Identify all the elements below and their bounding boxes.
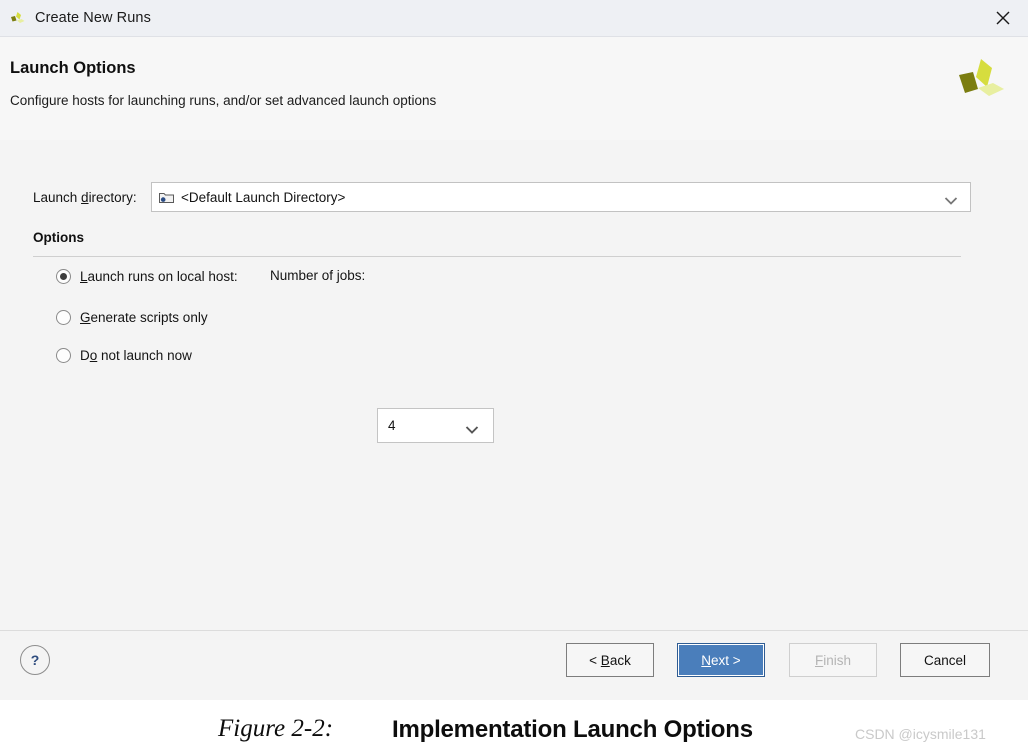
finish-button-label: Finish (814, 652, 851, 668)
window-title: Create New Runs (35, 10, 151, 26)
options-group-divider (33, 256, 961, 257)
back-button-label: < Back (589, 652, 631, 668)
radio-label: Generate scripts only (80, 309, 208, 325)
launch-directory-value: <Default Launch Directory> (181, 189, 346, 205)
finish-button: Finish (789, 643, 877, 677)
launch-directory-combobox[interactable]: <Default Launch Directory> (151, 182, 971, 212)
radio-indicator[interactable] (56, 268, 71, 284)
number-of-jobs-label: Number of jobs: (270, 268, 366, 283)
chevron-down-icon (465, 421, 479, 434)
launch-directory-label: Launch directory: (33, 189, 137, 205)
radio-do-not-launch-now[interactable]: Do not launch now (56, 344, 192, 366)
next-button[interactable]: Next > (677, 643, 765, 677)
radio-label: Do not launch now (80, 347, 192, 363)
xilinx-logo-icon (9, 10, 26, 27)
number-of-jobs-value: 4 (388, 418, 396, 433)
options-group-title: Options (33, 230, 84, 245)
radio-indicator[interactable] (56, 309, 71, 325)
cancel-button-label: Cancel (923, 652, 967, 668)
radio-generate-scripts-only[interactable]: Generate scripts only (56, 306, 208, 328)
launch-directory-row: Launch directory: <Default Launch Direct… (0, 182, 1028, 212)
cancel-button[interactable]: Cancel (900, 643, 990, 677)
radio-launch-runs-on-local-host[interactable]: Launch runs on local host: (56, 265, 238, 287)
create-new-runs-dialog: Create New Runs Launch Options Configure… (0, 0, 1028, 700)
figure-number: Figure 2-2: (218, 715, 334, 742)
watermark: CSDN @icysmile131 (855, 726, 986, 742)
dialog-body: Launch directory: <Default Launch Direct… (0, 140, 1028, 630)
title-bar: Create New Runs (0, 0, 1028, 37)
xilinx-logo-icon (954, 53, 1006, 109)
page-title: Launch Options (10, 59, 136, 77)
back-button[interactable]: < Back (566, 643, 654, 677)
dialog-footer: ? < Back Next > Finish Cancel (0, 630, 1028, 700)
dialog-header: Launch Options Configure hosts for launc… (0, 37, 1028, 140)
radio-indicator[interactable] (56, 347, 71, 363)
radio-label: Launch runs on local host: (80, 268, 238, 284)
folder-icon (159, 191, 174, 204)
number-of-jobs-combobox[interactable]: 4 (377, 408, 494, 443)
figure-title: Implementation Launch Options (392, 716, 753, 743)
figure-caption: Figure 2-2: Implementation Launch Option… (0, 700, 1028, 755)
close-icon[interactable] (978, 0, 1028, 36)
next-button-label: Next > (701, 652, 741, 668)
page-subtitle: Configure hosts for launching runs, and/… (10, 93, 437, 108)
help-button[interactable]: ? (20, 645, 50, 675)
chevron-down-icon (944, 193, 958, 205)
